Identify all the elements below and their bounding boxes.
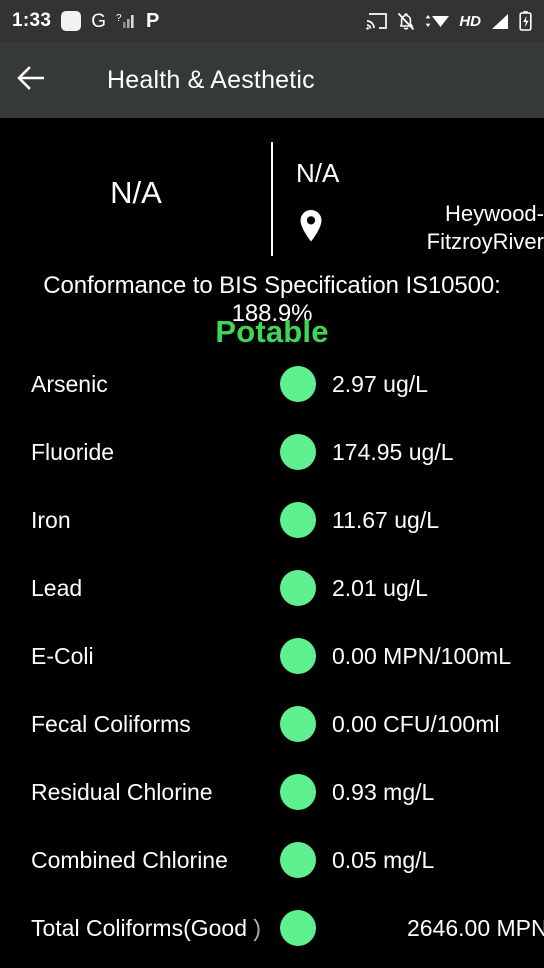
parameter-value: 0.00 CFU/100ml [332, 710, 500, 737]
parameter-name: Combined Chlorine [31, 846, 228, 873]
parameter-name: Residual Chlorine [31, 778, 213, 805]
potability-verdict: Potable [215, 314, 329, 349]
parameter-status-dot [280, 706, 316, 742]
status-bar-right: HD [366, 11, 532, 31]
location-pin-icon [296, 208, 336, 248]
parameter-row[interactable]: Fecal Coliforms 0.00 CFU/100ml [0, 690, 544, 758]
status-bar: 1:33 G ? P HD [0, 0, 544, 42]
battery-charging-icon [519, 11, 532, 31]
parameter-name: Lead [31, 574, 83, 601]
parameter-name: Fecal Coliforms [31, 710, 191, 737]
parameter-status-dot [280, 842, 316, 878]
status-bar-left: 1:33 G ? P [12, 10, 159, 32]
parameter-status-dot [280, 570, 316, 606]
parameter-value: 0.00 MPN/100mL [332, 642, 511, 669]
summary-header: N/A N/A Heywood-FitzroyRiver [0, 118, 544, 268]
summary-right-value: N/A [296, 158, 340, 188]
parameter-value: 11.67 ug/L [332, 506, 440, 533]
app-bar: Health & Aesthetic [0, 42, 544, 118]
cast-icon [366, 12, 388, 30]
wifi-icon [424, 12, 450, 30]
location-name: Heywood-FitzroyRiver [426, 201, 544, 254]
status-bar-clock: 1:33 [12, 10, 52, 31]
hd-icon: HD [459, 12, 481, 30]
signal-unknown-icon: ? [116, 12, 136, 30]
parameter-value: 2.97 ug/L [332, 370, 428, 397]
parameter-row[interactable]: E-Coli 0.00 MPN/100mL [0, 622, 544, 690]
back-button[interactable] [0, 42, 62, 118]
parameter-row[interactable]: Residual Chlorine 0.93 mg/L [0, 758, 544, 826]
app-root: 1:33 G ? P HD Health & Aesthetic N/A N/A… [0, 0, 544, 968]
parameter-value: 2646.00 MPN/ [406, 914, 544, 941]
page-title: Health & Aesthetic [107, 65, 315, 94]
g-network-icon: G [91, 10, 107, 32]
p-app-icon: P [146, 10, 160, 32]
parameter-row[interactable]: Arsenic 2.97 ug/L [0, 360, 544, 418]
back-arrow-icon [16, 65, 46, 96]
parameter-value: 0.93 mg/L [332, 778, 435, 805]
parameter-name: Fluoride [31, 438, 115, 465]
rounded-square-icon [61, 11, 82, 31]
parameter-status-dot [280, 774, 316, 810]
signal-icon [490, 13, 510, 30]
parameter-name: Arsenic [31, 370, 108, 397]
parameter-row[interactable]: Lead 2.01 ug/L [0, 554, 544, 622]
parameter-status-dot [280, 502, 316, 538]
parameter-name: E-Coli [31, 642, 94, 669]
parameter-name: Iron [31, 506, 71, 533]
parameter-value: 2.01 ug/L [332, 574, 428, 601]
svg-text:?: ? [116, 13, 122, 24]
parameter-name: Total Coliforms(Good ) [31, 914, 262, 941]
parameter-status-dot [280, 434, 316, 470]
parameter-value: 0.05 mg/L [332, 846, 435, 873]
summary-right-panel: N/A Heywood-FitzroyRiver [272, 118, 544, 268]
parameter-row[interactable]: Total Coliforms(Good ) 2646.00 MPN/ [0, 894, 544, 962]
parameter-row[interactable]: Combined Chlorine 0.05 mg/L [0, 826, 544, 894]
parameter-value: 174.95 ug/L [332, 438, 454, 465]
parameter-row[interactable]: Iron 11.67 ug/L [0, 486, 544, 554]
parameter-status-dot [280, 910, 316, 946]
parameter-status-dot [280, 638, 316, 674]
parameter-row[interactable]: Fluoride 174.95 ug/L [0, 418, 544, 486]
summary-left-panel: N/A [0, 118, 272, 268]
parameter-list[interactable]: Arsenic 2.97 ug/L Fluoride 174.95 ug/L Iron 1… [0, 360, 544, 968]
bell-muted-icon [397, 12, 415, 31]
parameter-status-dot [280, 366, 316, 402]
summary-left-value: N/A [110, 175, 162, 210]
